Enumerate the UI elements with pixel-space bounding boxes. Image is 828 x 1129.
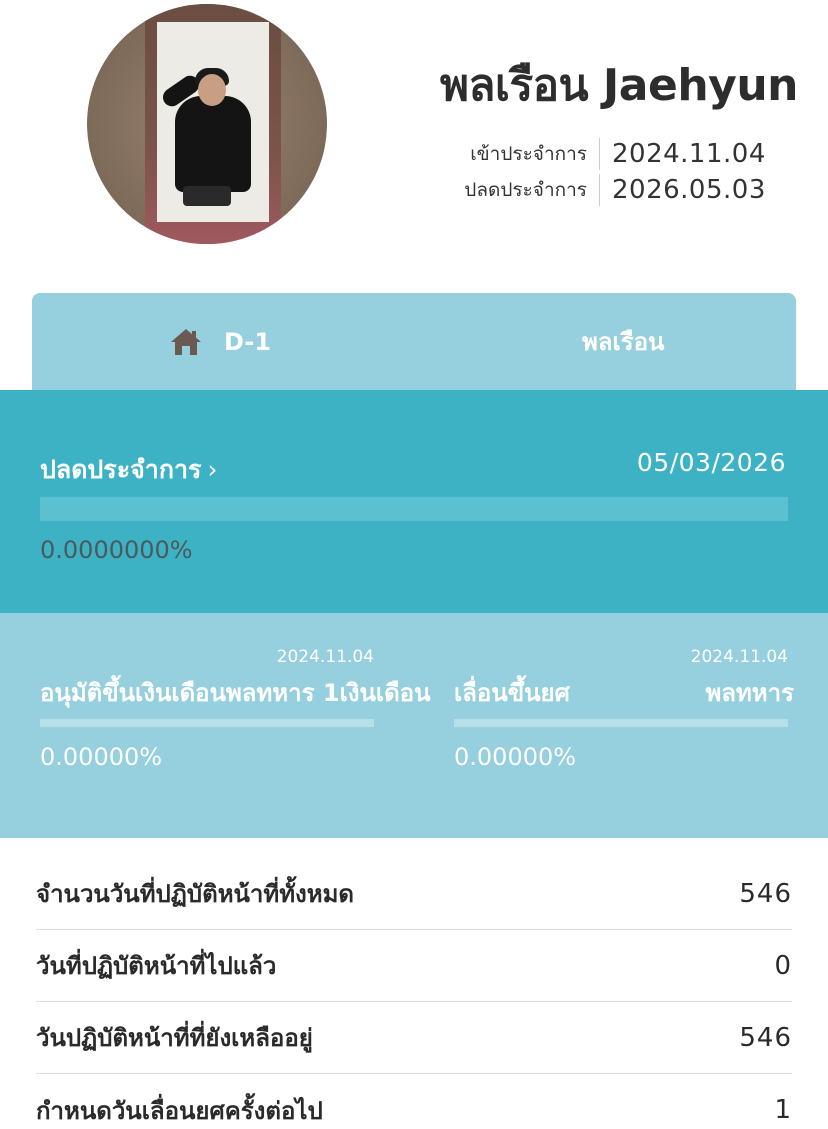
profile-avatar[interactable] <box>87 4 327 244</box>
milestone-salary-percent: 0.00000% <box>40 743 163 771</box>
stat-label: จำนวนวันที่ปฏิบัติหน้าที่ทั้งหมด <box>36 880 354 908</box>
enlist-date-label: เข้าประจำการ <box>460 138 600 170</box>
discharge-progress-link[interactable]: ปลดประจำการ › <box>40 450 217 490</box>
tab-d-day[interactable]: D-1 <box>170 293 271 390</box>
discharge-date-label: ปลดประจำการ <box>460 174 600 206</box>
milestone-promotion-prefix: เลื่อนขึ้นยศ <box>454 679 570 707</box>
service-dates: เข้าประจำการ 2024.11.04 ปลดประจำการ 2026… <box>460 136 766 208</box>
avatar-person-head <box>198 74 226 106</box>
enlist-date-row: เข้าประจำการ 2024.11.04 <box>460 136 766 172</box>
stat-value: 546 <box>739 878 792 909</box>
stat-value: 0 <box>774 950 792 981</box>
stat-label: วันที่ปฏิบัติหน้าที่ไปแล้ว <box>36 952 277 980</box>
tab-rank-label: พลเรือน <box>582 328 665 356</box>
avatar-person-body <box>175 96 251 192</box>
home-icon <box>171 328 201 355</box>
stat-row-total-days: จำนวนวันที่ปฏิบัติหน้าที่ทั้งหมด 546 <box>36 858 792 930</box>
milestone-salary-bar <box>40 719 374 727</box>
service-stats-list: จำนวนวันที่ปฏิบัติหน้าที่ทั้งหมด 546 วัน… <box>36 858 792 1129</box>
milestone-salary-date: 2024.11.04 <box>276 647 374 667</box>
discharge-progress-panel: ปลดประจำการ › 05/03/2026 0.0000000% <box>0 390 828 613</box>
milestone-promotion-percent: 0.00000% <box>454 743 577 771</box>
discharge-progress-bar <box>40 497 788 521</box>
discharge-progress-label: ปลดประจำการ <box>40 455 202 484</box>
milestone-salary-label: อนุมัติขึ้นเงินเดือนพลทหาร 1เงินเดือน <box>40 679 431 707</box>
tab-rank[interactable]: พลเรือน <box>582 293 664 390</box>
tab-bar: D-1 พลเรือน <box>32 293 796 390</box>
discharge-date-value: 2026.05.03 <box>612 175 766 205</box>
stat-label: วันปฏิบัติหน้าที่ที่ยังเหลืออยู่ <box>36 1024 313 1052</box>
stat-row-days-served: วันที่ปฏิบัติหน้าที่ไปแล้ว 0 <box>36 930 792 1002</box>
tab-d-day-label: D-1 <box>224 327 272 356</box>
milestone-promotion-label: พลทหาร <box>705 679 794 707</box>
chevron-right-icon: › <box>207 455 218 484</box>
milestone-promotion: 2024.11.04 เลื่อนขึ้นยศ พลทหาร 0.00000% <box>454 613 794 838</box>
enlist-date-value: 2024.11.04 <box>612 139 766 169</box>
stat-row-days-remaining: วันปฏิบัติหน้าที่ที่ยังเหลืออยู่ 546 <box>36 1002 792 1074</box>
milestones-panel: 2024.11.04 อนุมัติขึ้นเงินเดือนพลทหาร 1เ… <box>0 613 828 838</box>
stat-row-next-promotion: กำหนดวันเลื่อนยศครั้งต่อไป 1 <box>36 1074 792 1129</box>
discharge-progress-percent: 0.0000000% <box>40 536 193 564</box>
milestone-promotion-bar <box>454 719 788 727</box>
stat-value: 1 <box>774 1095 792 1125</box>
discharge-progress-date: 05/03/2026 <box>636 448 786 477</box>
stat-value: 546 <box>739 1022 792 1053</box>
milestone-promotion-date: 2024.11.04 <box>690 647 788 667</box>
profile-name: พลเรือน Jaehyun <box>439 60 799 111</box>
avatar-person-legs <box>183 186 231 206</box>
milestone-salary: 2024.11.04 อนุมัติขึ้นเงินเดือนพลทหาร 1เ… <box>40 613 431 838</box>
discharge-date-row: ปลดประจำการ 2026.05.03 <box>460 172 766 208</box>
stat-label: กำหนดวันเลื่อนยศครั้งต่อไป <box>36 1096 323 1125</box>
